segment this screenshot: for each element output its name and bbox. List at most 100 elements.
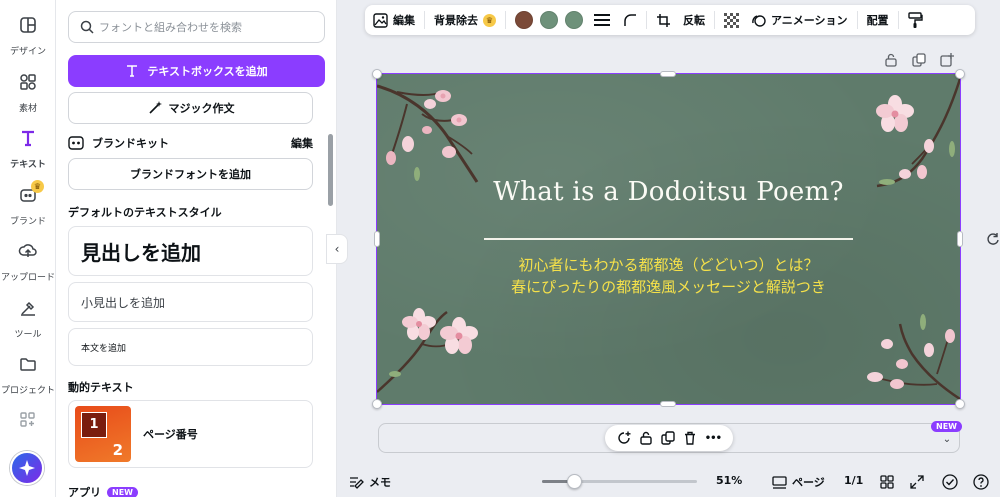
heading-label: 見出しを追加: [81, 240, 201, 265]
design-canvas[interactable]: What is a Dodoitsu Poem? 初心者にもわかる都都逸（どどい…: [372, 69, 965, 409]
flip-label: 反転: [683, 14, 705, 27]
animate-button[interactable]: アニメーション: [751, 12, 848, 28]
more-options-icon[interactable]: •••: [705, 433, 722, 444]
left-rail: デザイン 素材 テキスト ♛ ブランド アップロード ツール プロジェクト: [0, 0, 56, 497]
page-number-thumbnail: 1 2: [75, 406, 131, 462]
flip-button[interactable]: 反転: [683, 12, 705, 28]
blossom-branch-top-right: [876, 78, 960, 188]
design-title[interactable]: What is a Dodoitsu Poem?: [377, 177, 960, 207]
magic-write-button[interactable]: マジック作文: [68, 92, 313, 124]
animation-icon: [752, 14, 766, 27]
design-subtitle-2[interactable]: 春にぴったりの都都逸風メッセージと解説つき: [377, 276, 960, 297]
page-number-card[interactable]: 1 2 ページ番号: [68, 400, 313, 468]
remove-background-button[interactable]: 背景除去 ♛: [434, 12, 496, 28]
rail-item-brand[interactable]: ♛ ブランド: [0, 180, 56, 228]
resize-handle-bottom-left[interactable]: [372, 399, 382, 409]
paint-roller-icon[interactable]: [907, 11, 923, 29]
border-style-icon[interactable]: [593, 13, 611, 27]
pages-button[interactable]: ページ: [772, 474, 825, 490]
duplicate-page-icon[interactable]: [912, 53, 926, 67]
body-style-card[interactable]: 本文を追加: [68, 328, 313, 366]
design-page[interactable]: What is a Dodoitsu Poem? 初心者にもわかる都都逸（どどい…: [377, 74, 960, 404]
add-textbox-button[interactable]: テキストボックスを追加: [68, 55, 325, 87]
lock-icon[interactable]: [639, 431, 653, 445]
chevron-down-icon: ⌄: [942, 434, 952, 445]
position-button[interactable]: 配置: [867, 12, 889, 28]
rail-label: アップロード: [0, 273, 55, 283]
page-number-label: ページ番号: [143, 428, 198, 441]
rail-item-text[interactable]: テキスト: [0, 128, 56, 171]
heading-style-card[interactable]: 見出しを追加: [68, 226, 313, 276]
rotate-icon[interactable]: [986, 232, 1000, 246]
resize-handle-top-left[interactable]: [372, 69, 382, 79]
magic-wand-icon: [148, 101, 162, 114]
toolbar-divider: [856, 11, 858, 29]
color-swatch-green[interactable]: [540, 11, 558, 29]
lock-icon[interactable]: [884, 53, 898, 67]
corner-rounding-icon[interactable]: [623, 13, 637, 27]
page-actions: [884, 53, 954, 67]
help-icon[interactable]: [973, 474, 989, 490]
trash-icon[interactable]: [683, 431, 697, 445]
brand-kit-title: ブランドキット: [92, 137, 169, 150]
rail-item-projects[interactable]: プロジェクト: [0, 354, 56, 397]
rail-label: デザイン: [9, 47, 46, 57]
apps-title: アプリ: [68, 486, 101, 497]
design-divider-line: [484, 238, 853, 240]
brand-kit-icon: [68, 136, 84, 150]
resize-handle-right[interactable]: [957, 231, 963, 247]
element-quick-actions: •••: [605, 425, 733, 451]
blossom-branch-bottom-right: [867, 314, 960, 401]
rail-item-tools[interactable]: ツール: [0, 298, 56, 341]
rail-item-design[interactable]: デザイン: [0, 15, 56, 58]
folder-icon: [20, 358, 36, 371]
comment-add-icon[interactable]: [617, 431, 631, 445]
add-page-icon[interactable]: [940, 53, 954, 67]
new-badge: NEW: [107, 486, 138, 497]
zoom-slider-knob[interactable]: [566, 474, 582, 489]
rail-label: 素材: [18, 104, 37, 114]
elements-icon: [20, 74, 36, 90]
thumb-number-1: 1: [81, 412, 107, 438]
toolbar-divider: [646, 11, 647, 29]
collapse-panel-button[interactable]: ‹: [326, 234, 348, 264]
design-subtitle-1[interactable]: 初心者にもわかる都都逸（どどいつ）とは？: [377, 254, 960, 275]
page-count[interactable]: 1/1: [844, 474, 863, 487]
panel-scrollbar[interactable]: [328, 134, 333, 206]
resize-handle-bottom[interactable]: [660, 401, 676, 407]
brand-kit-edit-link[interactable]: 編集: [291, 135, 313, 151]
text-panel: テキストボックスを追加 マジック作文 ブランドキット 編集 ブランドフォントを追…: [56, 0, 337, 497]
crop-icon[interactable]: [656, 13, 671, 28]
subheading-style-card[interactable]: 小見出しを追加: [68, 282, 313, 322]
edit-image-button[interactable]: 編集: [373, 12, 415, 28]
toolbar-divider: [714, 11, 715, 29]
rail-item-upload[interactable]: アップロード: [0, 241, 56, 284]
resize-handle-top-right[interactable]: [955, 69, 965, 79]
duplicate-icon[interactable]: [661, 431, 675, 445]
fullscreen-icon[interactable]: [910, 475, 924, 489]
check-circle-icon[interactable]: [942, 474, 958, 490]
transparency-icon[interactable]: [724, 12, 739, 28]
color-swatch-brown[interactable]: [515, 11, 533, 29]
resize-handle-left[interactable]: [374, 231, 380, 247]
search-input[interactable]: [99, 12, 319, 42]
add-brand-font-button[interactable]: ブランドフォントを追加: [68, 158, 313, 190]
color-swatch-green-2[interactable]: [565, 11, 583, 29]
search-icon: [80, 20, 94, 34]
notes-button[interactable]: メモ: [349, 474, 391, 490]
zoom-level[interactable]: 51%: [716, 474, 742, 487]
blossom-branch-top-left: [377, 84, 479, 183]
zoom-slider[interactable]: [542, 474, 697, 489]
grid-view-icon[interactable]: [880, 475, 894, 489]
expand-pages-button[interactable]: ⌄: [934, 430, 960, 450]
resize-handle-top[interactable]: [660, 71, 676, 77]
add-brand-font-label: ブランドフォントを追加: [130, 168, 251, 181]
magic-assistant-button[interactable]: [10, 451, 44, 485]
magic-write-label: マジック作文: [168, 102, 235, 115]
resize-handle-bottom-right[interactable]: [955, 399, 965, 409]
body-label: 本文を追加: [81, 343, 127, 354]
rail-item-apps[interactable]: [0, 410, 56, 434]
rail-item-elements[interactable]: 素材: [0, 72, 56, 115]
context-toolbar: 編集 背景除去 ♛ 反転 アニメーション 配置: [365, 5, 975, 35]
font-search[interactable]: [68, 11, 325, 43]
